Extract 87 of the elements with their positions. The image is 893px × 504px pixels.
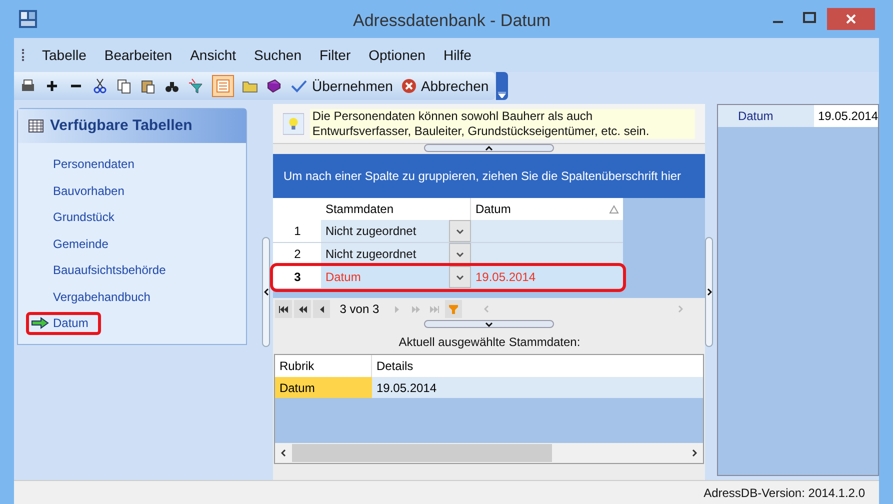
menu-item[interactable]: Suchen	[254, 44, 302, 66]
close-icon[interactable]	[827, 8, 875, 30]
column-header[interactable]: Datum	[471, 198, 624, 220]
cancel-button[interactable]: Abbrechen	[400, 76, 489, 96]
chevron-down-icon	[456, 252, 464, 256]
group-panel: Um nach einer Spalte zu gruppieren, ziehen Sie die Spaltenüberschrift hier	[273, 154, 706, 198]
previous-page-button[interactable]	[294, 300, 312, 318]
sidebar-title: Verfügbare Tabellen	[50, 116, 192, 136]
double-right-icon	[412, 306, 420, 312]
record-position: 3 von 3	[338, 301, 380, 318]
sidebar-item[interactable]: Gemeinde	[26, 232, 122, 255]
sidebar-item[interactable]: Bauaufsichtsbehörde	[26, 259, 179, 282]
menu-item[interactable]: Bearbeiten	[104, 44, 172, 66]
chevron-left-icon	[264, 288, 268, 296]
first-record-button[interactable]	[275, 300, 292, 318]
paste-icon[interactable]	[140, 78, 156, 94]
menu-item[interactable]: Optionen	[368, 44, 426, 66]
list-icon	[216, 79, 230, 93]
dropdown-arrow-icon	[498, 92, 506, 98]
overflow-button[interactable]	[496, 72, 508, 100]
table-cell: Nicht zugeordnet	[321, 243, 450, 265]
expand-handle[interactable]	[424, 320, 554, 328]
row-number: 2	[273, 243, 322, 265]
grid-row[interactable]: 3 Datum 19.05.2014	[273, 266, 624, 289]
table-cell: Nicht zugeordnet	[321, 220, 450, 242]
dropdown-button[interactable]	[449, 243, 472, 265]
table-cell: 19.05.2014	[471, 266, 624, 288]
menu-item[interactable]: Ansicht	[190, 44, 236, 66]
previous-record-button[interactable]	[313, 300, 330, 318]
details-caption: Aktuell ausgewählte Stammdaten:	[398, 334, 582, 351]
dropdown-button[interactable]	[449, 220, 472, 242]
menu-item[interactable]: Tabelle	[42, 44, 86, 66]
chevron-left-icon	[484, 305, 490, 313]
menu-item[interactable]: Filter	[320, 44, 351, 66]
scissors-icon[interactable]	[92, 78, 108, 94]
double-left-icon	[298, 306, 307, 312]
right-icon	[394, 306, 399, 312]
list-view-toggle[interactable]	[212, 75, 234, 97]
copy-icon[interactable]	[116, 78, 132, 94]
row-number: 3	[273, 266, 322, 288]
column-header[interactable]: Stammdaten	[321, 198, 472, 220]
chevron-up-icon	[485, 146, 494, 150]
printer-icon[interactable]	[20, 78, 36, 94]
dropdown-button[interactable]	[449, 266, 472, 288]
chevron-right-icon	[692, 449, 698, 457]
checkmark-icon	[290, 79, 308, 93]
grid-row[interactable]: 1 Nicht zugeordnet	[273, 220, 624, 243]
left-icon	[320, 306, 324, 312]
chevron-right-icon	[678, 305, 684, 313]
chevron-left-icon	[281, 449, 286, 457]
cancel-icon	[400, 78, 417, 94]
splitter-handle[interactable]	[262, 237, 270, 347]
table-icon	[28, 119, 44, 133]
column-header[interactable]: Details	[372, 355, 704, 377]
property-value: 19.05.2014	[814, 105, 878, 127]
sidebar-item[interactable]: Datum	[26, 312, 102, 334]
app-icon	[18, 9, 38, 29]
plus-icon[interactable]	[44, 78, 60, 94]
row-number: 1	[273, 220, 322, 242]
collapse-handle[interactable]	[424, 144, 554, 152]
grid-row[interactable]: 2 Nicht zugeordnet	[273, 243, 624, 266]
table-cell: 19.05.2014	[372, 377, 704, 398]
chevron-down-icon	[485, 322, 494, 326]
window-title: Adressdatenbank - Datum	[353, 10, 550, 32]
last-icon	[430, 306, 440, 312]
menu-item[interactable]: Hilfe	[443, 44, 472, 66]
scrollbar-thumb[interactable]	[292, 444, 552, 462]
funnel-icon	[449, 304, 458, 314]
sidebar-item[interactable]: Personendaten	[26, 153, 148, 176]
chevron-right-icon	[706, 288, 712, 296]
splitter-handle[interactable]	[705, 237, 714, 347]
version-text: AdressDB-Version: 2014.1.2.0	[704, 484, 865, 502]
table-cell: Datum	[275, 377, 372, 398]
apply-button[interactable]: Übernehmen	[290, 76, 393, 96]
chevron-down-icon	[456, 228, 464, 234]
arrow-right-icon	[31, 317, 49, 330]
table-cell: Datum	[321, 266, 450, 288]
hint-text: Die Personendaten können sowohl Bauherr als auch Entwurfsverfasser, Bauleiter, Grundstückseigentümer, etc. sein.	[310, 108, 696, 138]
first-icon	[279, 306, 288, 312]
chevron-down-icon	[456, 274, 464, 280]
sidebar-item[interactable]: Bauvorhaben	[26, 180, 138, 202]
horizontal-scrollbar[interactable]	[275, 443, 704, 463]
sort-icon	[609, 204, 620, 214]
sidebar-item[interactable]: Grundstück	[26, 206, 128, 228]
filter-icon[interactable]	[188, 78, 204, 94]
sidebar-item[interactable]: Vergabehandbuch	[26, 286, 164, 308]
property-label: Datum	[718, 105, 814, 127]
